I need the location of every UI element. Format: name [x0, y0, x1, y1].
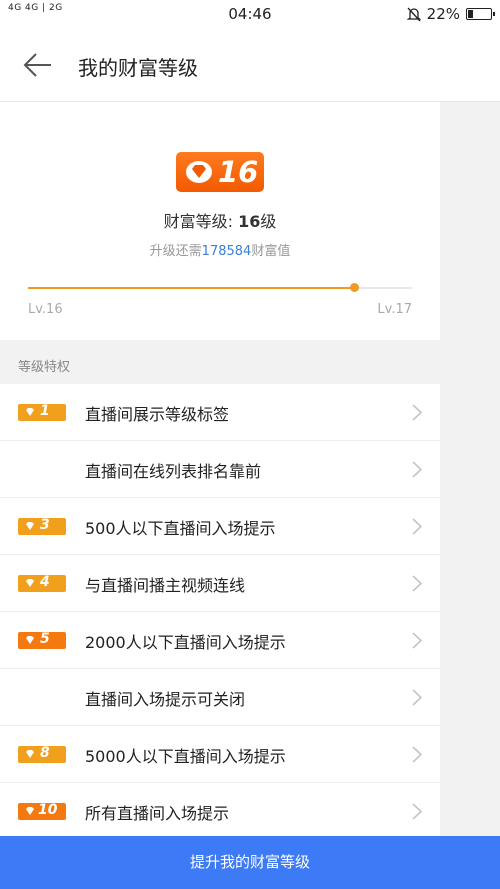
diamond-icon [26, 750, 34, 758]
needed-wealth-value: 178584 [201, 244, 252, 259]
level-tag-number: 10 [38, 802, 58, 818]
chevron-right-icon [412, 575, 422, 592]
mute-bell-icon [406, 7, 421, 21]
diamond-icon [26, 579, 34, 587]
chevron-right-icon [412, 689, 422, 706]
progress-knob [350, 283, 360, 292]
arrow-left-icon[interactable] [22, 50, 54, 80]
level-tag: 1 [18, 403, 66, 421]
battery-icon [466, 8, 495, 20]
status-bar: 4G 4G | 2G 04:46 22% [0, 0, 500, 28]
privilege-text: 所有直播间入场提示 [85, 804, 230, 823]
level-tag-number: 8 [40, 745, 50, 761]
wealth-level-badge: 16 [176, 152, 264, 192]
wealth-card: 16 财富等级: 16级 升级还需178584财富值 Lv.16 Lv.17 [0, 102, 440, 340]
current-level-label: Lv.16 [28, 302, 63, 317]
level-tag: 3 [18, 517, 66, 535]
level-progress-bar [28, 283, 412, 292]
upgrade-requirement: 升级还需178584财富值 [149, 244, 291, 259]
diamond-icon [26, 522, 34, 530]
wealth-level-value: 16 [238, 212, 261, 231]
chevron-right-icon [412, 746, 422, 763]
level-tag: 10 [18, 802, 66, 820]
privilege-row[interactable]: 10 所有直播间入场提示 [0, 783, 440, 840]
privilege-text: 直播间入场提示可关闭 [85, 690, 246, 709]
privilege-row[interactable]: 3 500人以下直播间入场提示 [0, 498, 440, 555]
privilege-row[interactable]: 8 5000人以下直播间入场提示 [0, 726, 440, 783]
privilege-text: 与直播间播主视频连线 [85, 576, 246, 595]
chevron-right-icon [412, 632, 422, 649]
privilege-row[interactable]: 5 2000人以下直播间入场提示 [0, 612, 440, 669]
page-title: 我的财富等级 [78, 56, 198, 80]
next-level-label: Lv.17 [377, 302, 412, 317]
level-tag-number: 3 [40, 517, 50, 533]
privilege-text: 5000人以下直播间入场提示 [85, 747, 286, 766]
battery-percent: 22% [426, 5, 460, 23]
privilege-row[interactable]: 1 直播间展示等级标签 [0, 384, 440, 441]
chevron-right-icon [412, 404, 422, 421]
diamond-icon [26, 807, 34, 815]
main-panel: 16 财富等级: 16级 升级还需178584财富值 Lv.16 Lv.17 等… [0, 102, 440, 889]
privilege-row[interactable]: 直播间在线列表排名靠前 [0, 441, 440, 498]
privilege-text: 直播间展示等级标签 [85, 405, 230, 424]
privileges-section-title: 等级特权 [18, 360, 71, 375]
privilege-text: 2000人以下直播间入场提示 [85, 633, 286, 652]
privilege-text: 直播间在线列表排名靠前 [85, 462, 262, 481]
level-tag-number: 1 [40, 403, 50, 419]
level-tag-number: 4 [40, 574, 50, 590]
chevron-right-icon [412, 461, 422, 478]
diamond-icon [186, 161, 212, 183]
diamond-icon [26, 408, 34, 416]
top-bar: 我的财富等级 [0, 28, 500, 102]
privilege-row[interactable]: 4 与直播间播主视频连线 [0, 555, 440, 612]
level-tag: 5 [18, 631, 66, 649]
chevron-right-icon [412, 803, 422, 820]
privilege-row[interactable]: 直播间入场提示可关闭 [0, 669, 440, 726]
level-tag: 8 [18, 745, 66, 763]
wealth-level-text: 财富等级: 16级 [163, 212, 277, 231]
chevron-right-icon [412, 518, 422, 535]
level-tag: 4 [18, 574, 66, 592]
privilege-text: 500人以下直播间入场提示 [85, 519, 276, 538]
privileges-list: 1 直播间展示等级标签直播间在线列表排名靠前 3 500人以下直播间入场提示 4 与直播间… [0, 384, 440, 840]
badge-level-number: 16 [218, 155, 259, 189]
level-tag-number: 5 [40, 631, 50, 647]
diamond-icon [26, 636, 34, 644]
upgrade-wealth-button[interactable]: 提升我的财富等级 [0, 836, 500, 889]
progress-fill [28, 287, 355, 289]
